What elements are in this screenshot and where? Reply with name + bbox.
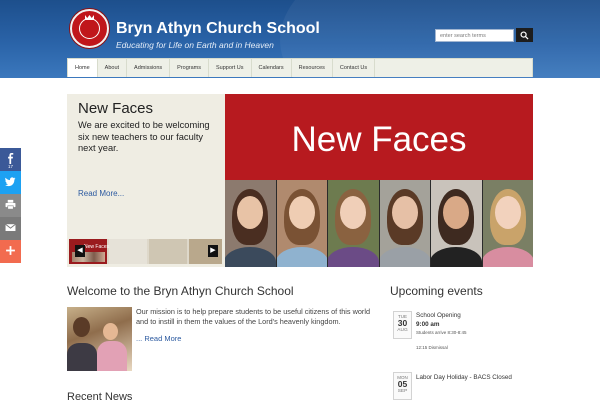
plus-icon bbox=[6, 246, 15, 255]
slide-banner-text: New Faces bbox=[291, 120, 467, 159]
slide-thumbnails: New Faces ◀ ▶ bbox=[69, 239, 222, 264]
slide-thumb-label: New Faces bbox=[84, 244, 110, 250]
email-share-button[interactable] bbox=[0, 217, 21, 240]
search-icon bbox=[520, 31, 529, 40]
teacher-photos bbox=[225, 180, 533, 267]
upcoming-events-heading: Upcoming events bbox=[390, 284, 483, 298]
site-title[interactable]: Bryn Athyn Church School bbox=[116, 20, 320, 38]
nav-item-admissions[interactable]: Admissions bbox=[127, 59, 171, 77]
teacher-photo bbox=[276, 180, 328, 267]
welcome-heading: Welcome to the Bryn Athyn Church School bbox=[67, 284, 294, 298]
event-date: TUE 30 AUG bbox=[393, 311, 412, 339]
event-title[interactable]: School Opening bbox=[416, 312, 461, 319]
recent-news-heading: Recent News bbox=[67, 391, 133, 400]
twitter-icon bbox=[5, 177, 16, 187]
twitter-share-button[interactable] bbox=[0, 171, 21, 194]
school-seal-logo[interactable] bbox=[70, 9, 109, 48]
site-tagline: Educating for Life on Earth and in Heave… bbox=[116, 40, 274, 50]
nav-item-about[interactable]: About bbox=[98, 59, 128, 77]
welcome-text: Our mission is to help prepare students … bbox=[136, 307, 371, 326]
nav-item-resources[interactable]: Resources bbox=[292, 59, 333, 77]
slide-banner[interactable]: New Faces bbox=[225, 94, 533, 180]
event-time: 9:00 am bbox=[416, 321, 440, 328]
event-note: 12:15 Dismissal bbox=[416, 345, 448, 350]
teacher-photo bbox=[225, 180, 277, 267]
nav-item-calendars[interactable]: Calendars bbox=[252, 59, 292, 77]
featured-slider: New Faces We are excited to be welcoming… bbox=[67, 94, 533, 267]
teacher-photo bbox=[431, 180, 483, 267]
event-day: 30 bbox=[397, 318, 408, 328]
slide-next-arrow-icon[interactable]: ▶ bbox=[208, 245, 218, 257]
event-note: Students arrive 8:30-8:45 bbox=[416, 330, 467, 335]
nav-item-support-us[interactable]: Support Us bbox=[209, 59, 252, 77]
nav-item-home[interactable]: Home bbox=[68, 59, 98, 77]
slide-thumb[interactable] bbox=[109, 239, 147, 264]
event-title[interactable]: Labor Day Holiday - BACS Closed bbox=[416, 374, 512, 381]
slide-caption: New Faces We are excited to be welcoming… bbox=[67, 94, 225, 267]
teacher-photo bbox=[328, 180, 380, 267]
slide-thumb[interactable] bbox=[149, 239, 187, 264]
event-month: SEP bbox=[397, 389, 408, 394]
nav-item-programs[interactable]: Programs bbox=[170, 59, 210, 77]
search-input[interactable] bbox=[435, 29, 514, 42]
welcome-read-more-link[interactable]: ... Read More bbox=[136, 334, 181, 343]
slide-title: New Faces bbox=[78, 100, 154, 117]
print-button[interactable] bbox=[0, 194, 21, 217]
slide-prev-arrow-icon[interactable]: ◀ bbox=[75, 245, 85, 257]
email-icon bbox=[5, 223, 16, 232]
event-month: AUG bbox=[397, 328, 408, 333]
search-button[interactable] bbox=[516, 28, 533, 42]
seal-ring bbox=[79, 18, 100, 39]
facebook-icon bbox=[8, 153, 14, 164]
main-nav: Home About Admissions Programs Support U… bbox=[67, 58, 533, 77]
event-date: MON 05 SEP bbox=[393, 372, 412, 400]
slide-read-more-link[interactable]: Read More... bbox=[78, 189, 124, 198]
teacher-photo bbox=[482, 180, 533, 267]
more-share-button[interactable] bbox=[0, 240, 21, 263]
event-day: 05 bbox=[397, 379, 408, 389]
teacher-photo bbox=[379, 180, 431, 267]
facebook-share-count: 17 bbox=[7, 164, 13, 169]
slide-text: We are excited to be welcoming six new t… bbox=[78, 120, 210, 153]
nav-item-contact-us[interactable]: Contact Us bbox=[333, 59, 376, 77]
welcome-photo bbox=[67, 307, 132, 371]
facebook-share-button[interactable]: 17 bbox=[0, 148, 21, 171]
print-icon bbox=[5, 199, 16, 210]
crown-icon bbox=[85, 15, 94, 20]
